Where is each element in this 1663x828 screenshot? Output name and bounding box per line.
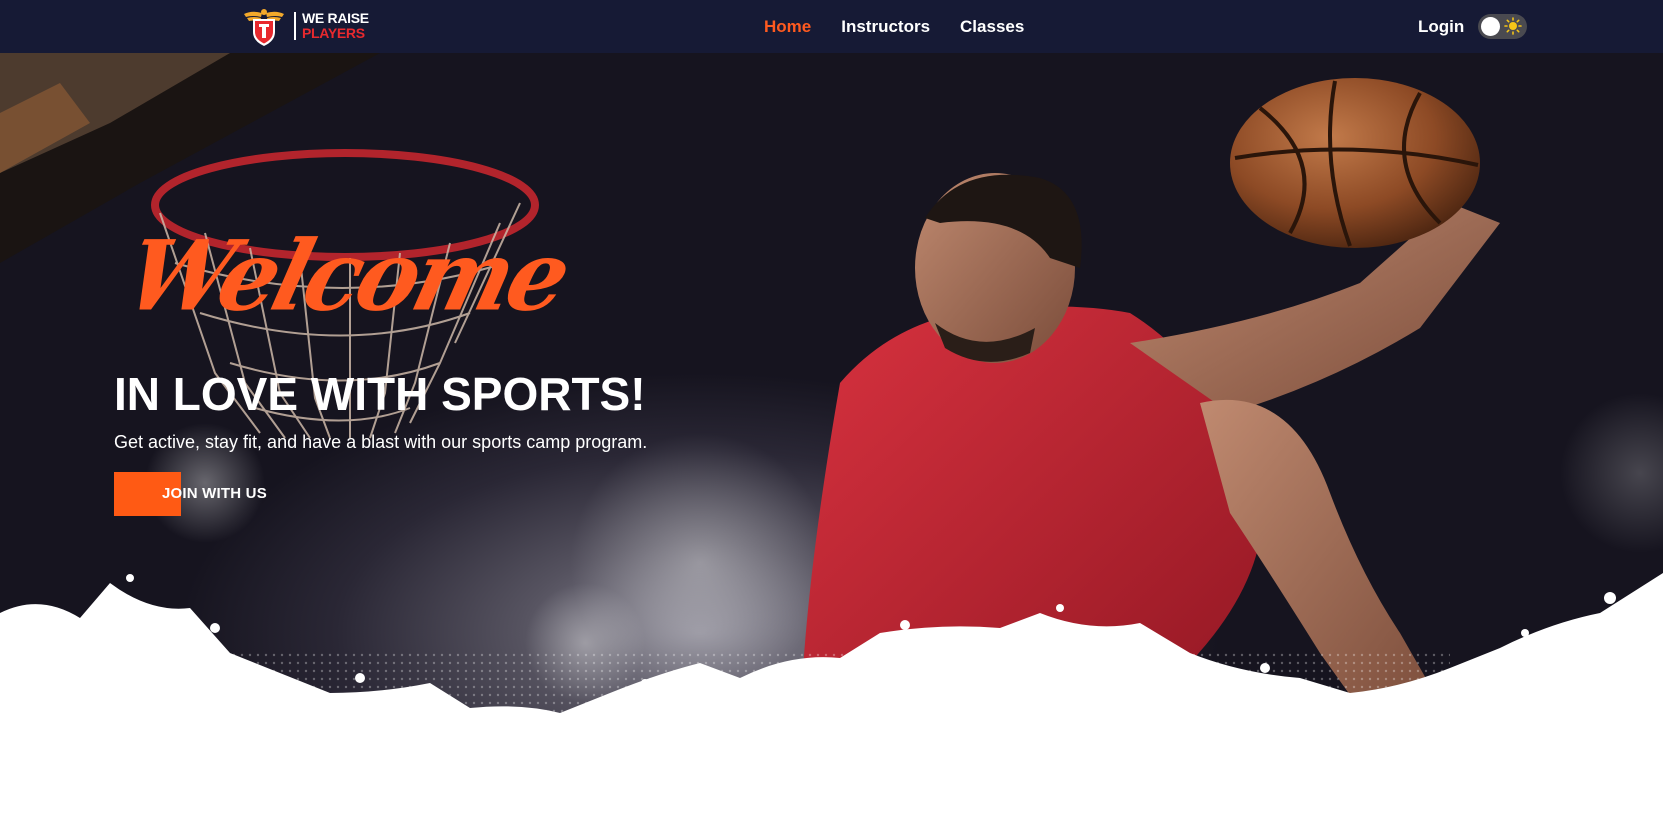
nav-link-classes[interactable]: Classes — [960, 17, 1024, 37]
brand-wordmark: WE RAISE PLAYERS — [302, 11, 369, 41]
login-link[interactable]: Login — [1418, 17, 1464, 37]
top-navbar: WE RAISE PLAYERS Home Instructors Classe… — [0, 0, 1663, 53]
nav-link-instructors[interactable]: Instructors — [841, 17, 930, 37]
join-button-label: JOIN WITH US — [162, 485, 267, 502]
hero-title: IN LOVE WITH SPORTS! — [114, 368, 646, 420]
brand-line-2: PLAYERS — [302, 25, 365, 41]
nav-link-home[interactable]: Home — [764, 17, 811, 37]
nav-actions: Login — [1418, 0, 1528, 53]
hero-subtitle: Get active, stay fit, and have a blast w… — [114, 432, 648, 452]
brand-line-1: WE RAISE — [302, 10, 369, 26]
hero-banner: Welcome IN LOVE WITH SPORTS! Get active,… — [0, 53, 1663, 753]
main-nav: Home Instructors Classes — [764, 0, 1024, 53]
welcome-script-heading: Welcome — [115, 219, 579, 333]
shield-wings-logo-icon — [244, 9, 284, 46]
toggle-knob — [1481, 17, 1501, 36]
hero-content: Welcome IN LOVE WITH SPORTS! Get active,… — [114, 219, 814, 516]
sun-icon — [1504, 17, 1523, 35]
join-with-us-button[interactable]: JOIN WITH US — [114, 472, 334, 516]
logo-divider — [294, 12, 296, 40]
theme-toggle[interactable] — [1478, 14, 1528, 39]
brand-logo[interactable]: WE RAISE PLAYERS — [242, 3, 369, 49]
